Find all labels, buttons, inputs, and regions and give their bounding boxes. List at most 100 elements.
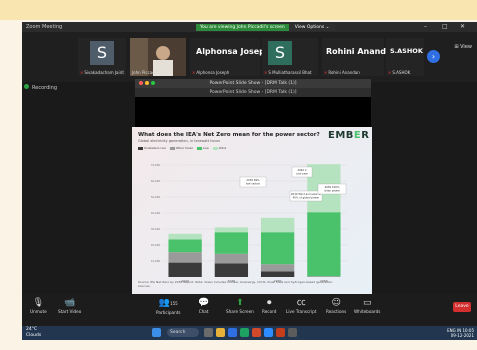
y-tick-label: 20,000 — [151, 243, 160, 247]
edge-icon[interactable] — [228, 328, 237, 337]
recording-indicator[interactable]: Recording — [24, 84, 57, 91]
next-page-icon[interactable]: › — [427, 50, 440, 63]
recording-label: Recording — [32, 85, 58, 91]
file-explorer-icon[interactable] — [216, 328, 225, 337]
share-bar: You are viewing John Piccadil's screen V… — [196, 24, 336, 31]
participant-name: Rohini Anandan — [328, 70, 360, 75]
close-dot-icon[interactable] — [139, 81, 143, 85]
y-tick-label: 70,000 — [151, 163, 160, 167]
bar-segment — [168, 233, 202, 240]
y-tick-label: 60,000 — [151, 179, 160, 183]
clock-date: 09-12-2021 — [450, 333, 474, 338]
store-icon[interactable] — [240, 328, 249, 337]
whiteboards-button[interactable]: ▭ Whiteboards — [354, 297, 380, 314]
unmute-button[interactable]: 🎙 Unmute — [30, 297, 47, 314]
view-options-button[interactable]: View Options ⌄ — [288, 24, 336, 31]
muted-mic-icon: ✕ — [388, 70, 392, 75]
smiley-icon: ☺ — [331, 298, 341, 308]
share-screen-icon: ⬆ — [236, 298, 244, 308]
participant-strip: S ✕Sivakadacham Jairit John Piccadil Alp… — [22, 32, 477, 82]
share-screen-button[interactable]: ⬆ Share Screen — [226, 297, 254, 314]
slideshow-inner-titlebar: PowerPoint Slide Show - [DRM Talk (1)] — [135, 88, 371, 97]
meeting-toolbar: 🎙 Unmute 📹 Start Video 👥155 Participants 💬 C… — [22, 294, 477, 326]
cc-icon: ㏄ — [296, 298, 306, 308]
minimize-icon[interactable]: – — [424, 23, 427, 30]
y-tick-label: 40,000 — [151, 211, 160, 215]
close-icon[interactable]: ✕ — [460, 23, 465, 30]
slideshow-window-titlebar: PowerPoint Slide Show - [DRM Talk (1)] — [135, 79, 371, 88]
participants-icon: 👥 — [158, 298, 171, 308]
avatar: S — [268, 41, 292, 65]
muted-mic-icon: ✕ — [324, 70, 328, 75]
video-camera-icon: 📹 — [64, 298, 76, 308]
y-tick-label: 50,000 — [151, 195, 160, 199]
avatar: S — [90, 41, 114, 65]
bar-segment — [260, 217, 295, 233]
leave-button[interactable]: Leave — [453, 302, 471, 312]
annotation-label: 2030 Wind and solar at — [291, 192, 321, 196]
participant-name: John Piccadil — [132, 70, 158, 75]
slideshow-window-title: PowerPoint Slide Show - [DRM Talk (1)] — [209, 81, 297, 86]
bar-segment — [214, 253, 249, 264]
bar-segment — [307, 276, 341, 277]
person-head — [156, 46, 170, 60]
bar-segment — [260, 264, 295, 272]
participant-tile[interactable]: S.ASHOK ✕S.ASHOK — [386, 38, 424, 76]
bar-segment — [214, 232, 249, 254]
bar-segment — [168, 239, 202, 253]
window-title: Zoom Meeting — [26, 24, 63, 30]
y-tick-label: 10,000 — [151, 259, 160, 263]
slideshow-inner-title: PowerPoint Slide Show - [DRM Talk (1)] — [209, 90, 297, 95]
maximize-icon[interactable]: □ — [442, 23, 448, 30]
microphone-icon: 🎙 — [32, 298, 45, 308]
annotation-label: 2040 2 — [297, 168, 306, 172]
office-icon[interactable] — [252, 328, 261, 337]
muted-mic-icon: ✕ — [80, 70, 84, 75]
taskbar-search[interactable]: Search — [167, 328, 199, 337]
recording-dot-icon — [24, 84, 29, 89]
zoom-window: Zoom Meeting You are viewing John Piccad… — [22, 22, 477, 340]
chat-icon: 💬 — [198, 298, 210, 308]
bar-segment — [260, 271, 295, 277]
task-view-icon[interactable] — [204, 328, 213, 337]
reactions-button[interactable]: ☺ Reactions — [326, 297, 346, 314]
participant-name: S.ASHOK — [392, 70, 411, 75]
system-tray[interactable]: ENG IN 10:05 09-12-2021 — [447, 328, 474, 338]
start-video-button[interactable]: 📹 Start Video — [58, 297, 81, 314]
participant-display-name: Alphonsa Joseph — [196, 47, 271, 56]
participant-tile[interactable]: S ✕Sivakadacham Jairit — [78, 38, 126, 76]
zoom-dot-icon[interactable] — [151, 81, 155, 85]
participant-display-name: S.ASHOK — [390, 47, 423, 55]
bar-segment — [168, 252, 202, 263]
participant-tile[interactable]: Alphonsa Joseph ✕Alphonsa Joseph — [190, 38, 271, 76]
participant-video-tile[interactable]: John Piccadil — [130, 38, 186, 76]
record-icon: ⏺ — [266, 298, 272, 308]
chat-button[interactable]: 💬 Chat — [198, 297, 209, 314]
muted-mic-icon: ✕ — [192, 70, 196, 75]
windows-taskbar: 24°C Clouds Search ENG IN 10:05 09-12-202… — [22, 326, 477, 340]
muted-mic-icon: ✕ — [264, 70, 268, 75]
annotation-label: 2050 100% — [325, 185, 340, 189]
annotation-label: 40% of global power — [293, 196, 321, 200]
live-transcript-button[interactable]: ㏄ Live Transcript — [286, 297, 316, 314]
bar-segment — [214, 227, 249, 233]
slide-source: Source: IEA Net Zero by 2050 Report. Not… — [138, 280, 333, 288]
powerpoint-icon[interactable] — [276, 328, 285, 337]
record-button[interactable]: ⏺ Record — [262, 297, 276, 314]
whiteboard-icon: ▭ — [362, 298, 372, 308]
participants-button[interactable]: 👥155 Participants — [156, 297, 181, 315]
weather-widget[interactable]: 24°C Clouds — [26, 327, 41, 339]
bar-segment — [168, 262, 202, 277]
zoom-app-icon[interactable] — [264, 328, 273, 337]
bar-segment — [260, 232, 295, 265]
participant-tile[interactable]: Rohini Anandan ✕Rohini Anandan — [322, 38, 397, 76]
stacked-bar-chart: 10,000 20,000 30,000 40,000 50,000 60,000 70,0… — [151, 163, 347, 283]
participant-tile[interactable]: S ✕S Mulliatharassil Bhat — [262, 38, 318, 76]
view-button[interactable]: ⊞ View — [454, 44, 472, 50]
start-icon[interactable] — [152, 328, 161, 337]
app-icon[interactable] — [288, 328, 297, 337]
annotation-label: coal year — [296, 172, 309, 176]
minimize-dot-icon[interactable] — [145, 81, 149, 85]
background-decoration — [0, 0, 477, 20]
slide: What does the IEA's Net Zero mean for th… — [132, 127, 372, 294]
